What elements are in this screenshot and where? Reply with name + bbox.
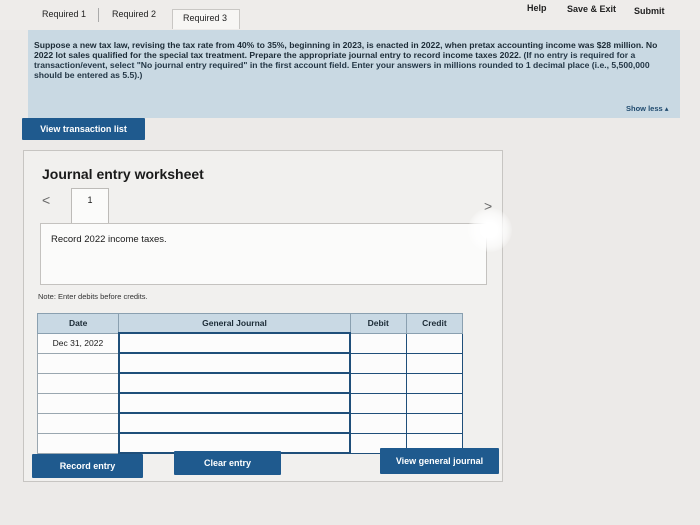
tab-required-2[interactable]: Required 2 [112, 9, 156, 19]
debit-field[interactable] [349, 332, 407, 354]
screen-glare [468, 208, 512, 252]
date-cell [36, 432, 120, 454]
debit-field[interactable] [349, 392, 407, 414]
credit-field[interactable] [405, 392, 464, 414]
account-field[interactable] [117, 392, 352, 414]
credit-field[interactable] [405, 372, 464, 394]
record-description-box: Record 2022 income taxes. [40, 223, 487, 285]
date-cell [36, 372, 120, 394]
record-description: Record 2022 income taxes. [51, 234, 167, 245]
page-number: 1 [87, 195, 93, 205]
worksheet-title: Journal entry worksheet [42, 166, 204, 182]
journal-table: Date General Journal Debit Credit Dec 31… [36, 313, 464, 454]
debit-field[interactable] [349, 412, 407, 434]
date-cell [36, 392, 120, 414]
date-cell [36, 352, 120, 374]
credit-field[interactable] [405, 352, 464, 374]
account-field[interactable] [117, 352, 352, 374]
table-row [36, 412, 464, 434]
debits-note: Note: Enter debits before credits. [38, 292, 148, 301]
instructions-panel: Suppose a new tax law, revising the tax … [28, 30, 680, 118]
view-transaction-list-button[interactable]: View transaction list [22, 118, 145, 140]
clear-entry-button[interactable]: Clear entry [174, 451, 281, 475]
page-tab-1[interactable]: 1 [71, 188, 109, 224]
submit-link[interactable]: Submit [634, 6, 665, 16]
tab-divider [98, 8, 99, 22]
column-header-general-journal: General Journal [118, 313, 351, 334]
credit-field[interactable] [405, 332, 464, 354]
table-row: Dec 31, 2022 [36, 332, 464, 354]
tab-required-1[interactable]: Required 1 [42, 9, 86, 19]
debit-field[interactable] [349, 372, 407, 394]
date-cell: Dec 31, 2022 [36, 332, 120, 354]
debit-field[interactable] [349, 352, 407, 374]
date-cell [36, 412, 120, 434]
account-field[interactable] [117, 432, 352, 454]
column-header-debit: Debit [349, 313, 407, 334]
save-exit-link[interactable]: Save & Exit [567, 4, 616, 14]
prev-arrow-icon[interactable]: < [42, 192, 50, 208]
tab-required-3[interactable]: Required 3 [172, 9, 240, 29]
column-header-credit: Credit [405, 313, 464, 334]
view-general-journal-button[interactable]: View general journal [380, 448, 499, 474]
help-link[interactable]: Help [527, 3, 547, 13]
credit-field[interactable] [405, 412, 464, 434]
table-row [36, 352, 464, 374]
account-field[interactable] [117, 412, 352, 434]
table-row [36, 372, 464, 394]
record-entry-button[interactable]: Record entry [32, 454, 143, 478]
account-field[interactable] [117, 372, 352, 394]
show-less-link[interactable]: Show less ▴ [626, 104, 669, 113]
table-row [36, 392, 464, 414]
column-header-date: Date [36, 313, 120, 334]
account-field[interactable] [117, 332, 352, 354]
